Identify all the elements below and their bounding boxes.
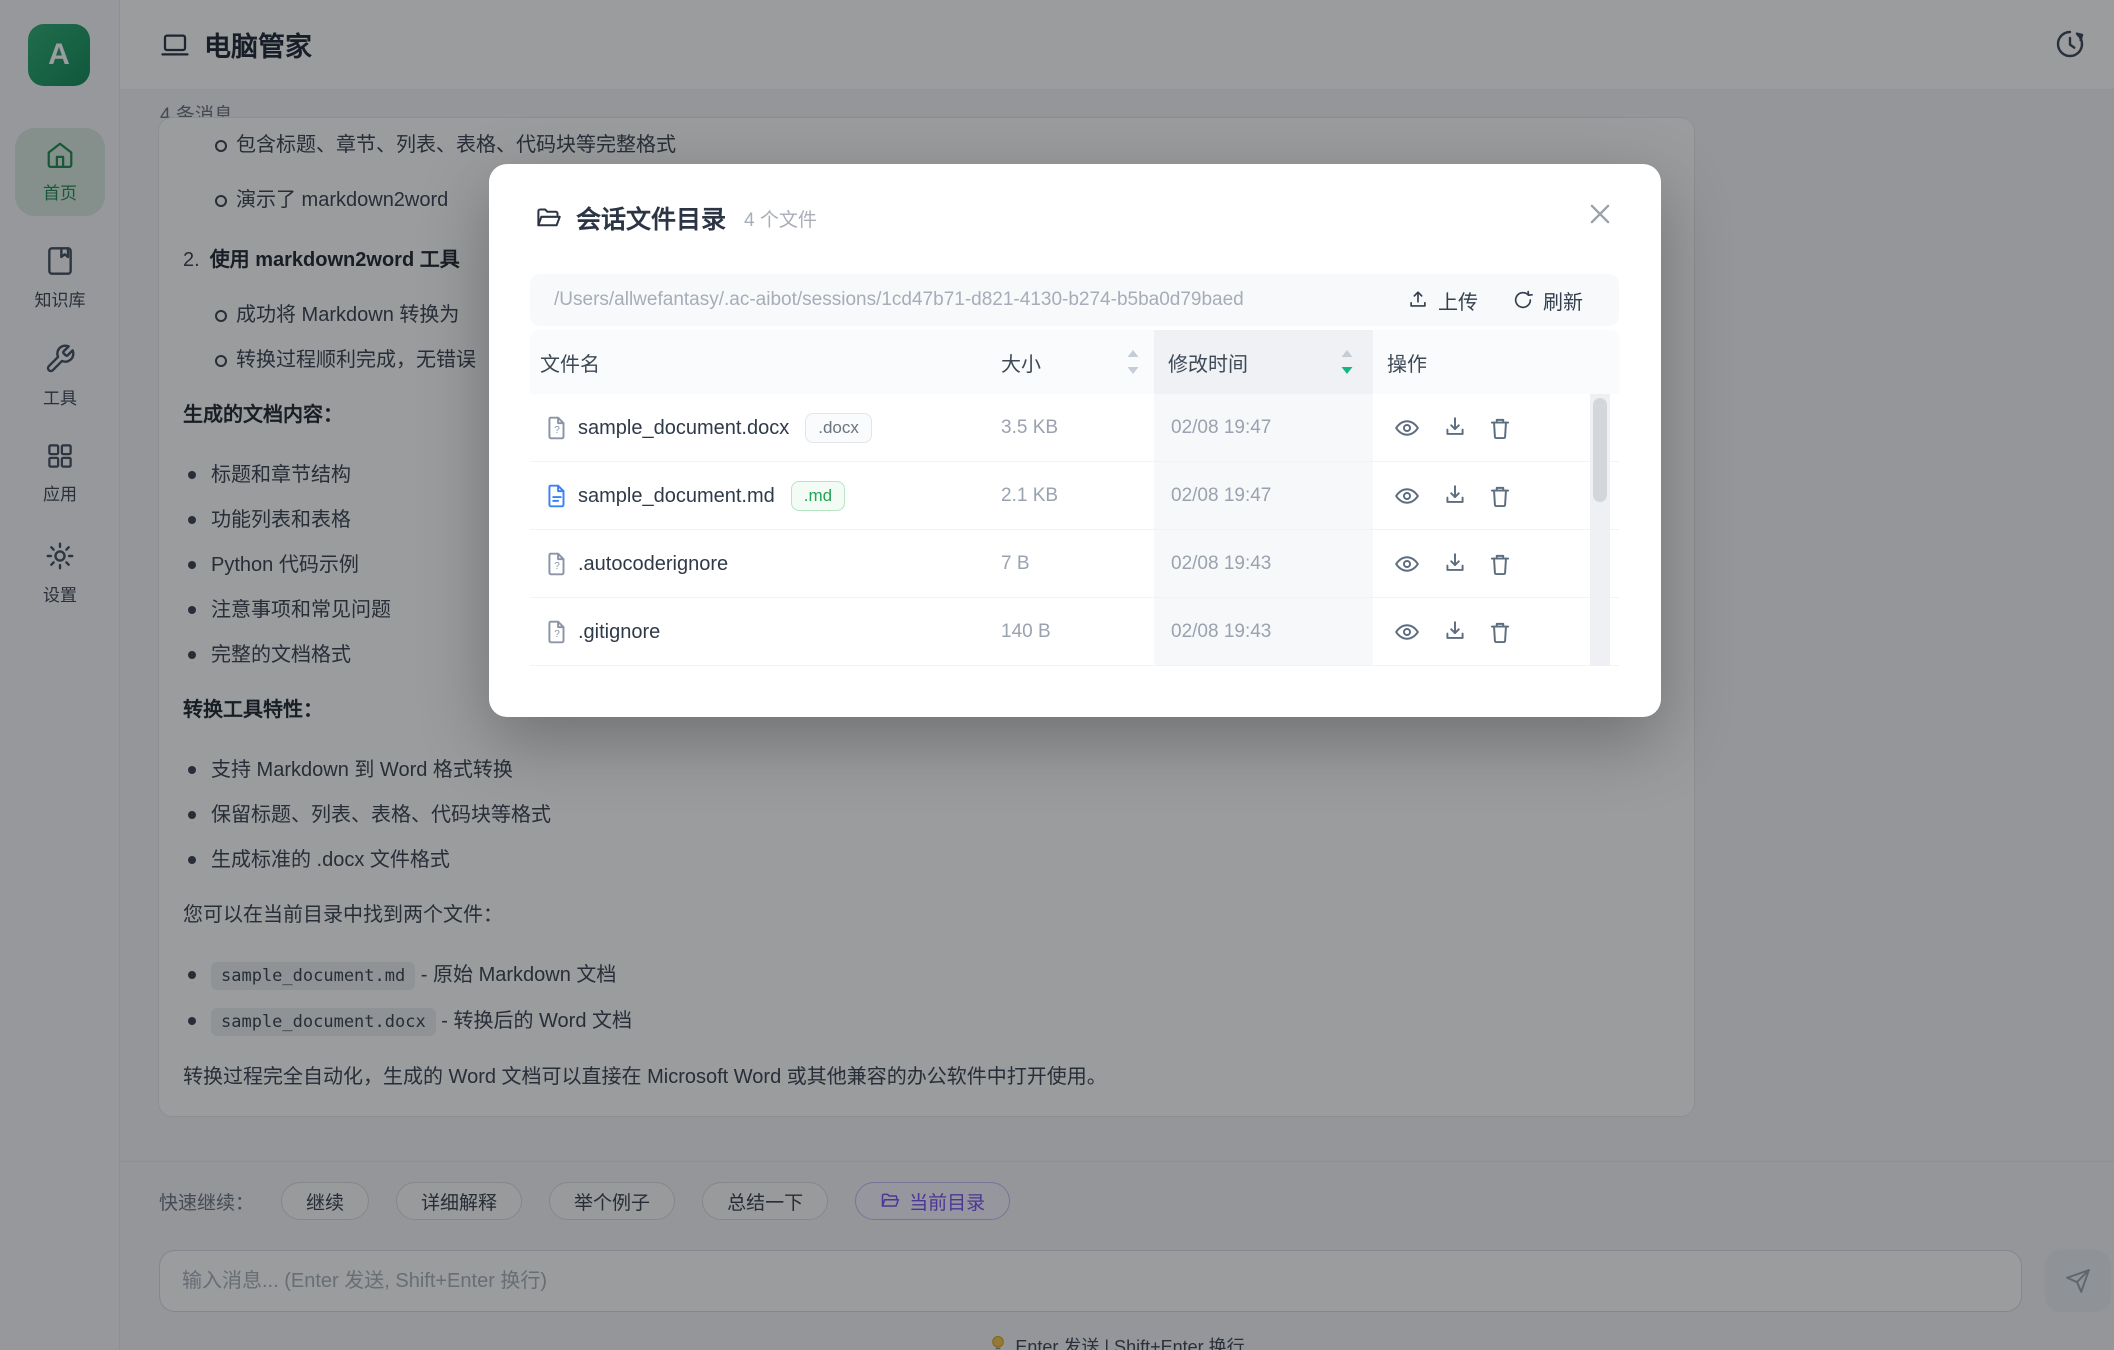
- preview-eye-icon[interactable]: [1394, 415, 1420, 441]
- file-name-cell: .autocoderignore: [578, 530, 728, 598]
- column-header-mtime[interactable]: 修改时间: [1168, 330, 1248, 394]
- table-scrollbar-thumb[interactable]: [1593, 398, 1607, 502]
- table-row[interactable]: ? .autocoderignore 7 B 02/08 19:43: [530, 530, 1619, 598]
- dialog-header: 会话文件目录 4 个文件: [535, 200, 817, 236]
- preview-eye-icon[interactable]: [1394, 483, 1420, 509]
- session-path: /Users/allwefantasy/.ac-aibot/sessions/1…: [554, 289, 1407, 311]
- delete-trash-icon[interactable]: [1487, 619, 1513, 645]
- dialog-title: 会话文件目录: [576, 200, 726, 236]
- download-icon[interactable]: [1442, 415, 1468, 441]
- preview-eye-icon[interactable]: [1394, 551, 1420, 577]
- upload-icon: [1407, 289, 1429, 311]
- table-row[interactable]: ? sample_document.docx .docx 3.5 KB 02/0…: [530, 394, 1619, 462]
- file-mtime: 02/08 19:43: [1171, 598, 1271, 666]
- delete-trash-icon[interactable]: [1487, 483, 1513, 509]
- sort-icon-size[interactable]: [1126, 347, 1140, 377]
- session-files-dialog: 会话文件目录 4 个文件 /Users/allwefantasy/.ac-aib…: [489, 164, 1661, 717]
- file-icon: ?: [544, 598, 570, 666]
- file-type-badge: .md: [791, 481, 845, 511]
- file-name-cell: sample_document.docx .docx: [578, 394, 872, 462]
- column-header-actions: 操作: [1387, 330, 1427, 394]
- delete-trash-icon[interactable]: [1487, 415, 1513, 441]
- refresh-icon: [1512, 289, 1534, 311]
- file-icon: [544, 462, 570, 530]
- upload-button[interactable]: 上传: [1407, 286, 1478, 315]
- column-header-name[interactable]: 文件名: [540, 330, 600, 394]
- file-count: 4 个文件: [744, 205, 817, 232]
- file-mtime: 02/08 19:47: [1171, 394, 1271, 462]
- file-size: 2.1 KB: [1001, 462, 1058, 530]
- file-name-cell: sample_document.md .md: [578, 462, 845, 530]
- download-icon[interactable]: [1442, 619, 1468, 645]
- file-mtime: 02/08 19:47: [1171, 462, 1271, 530]
- file-name-cell: .gitignore: [578, 598, 660, 666]
- file-size: 140 B: [1001, 598, 1051, 666]
- file-size: 7 B: [1001, 530, 1030, 598]
- file-type-badge: .docx: [805, 413, 872, 443]
- file-size: 3.5 KB: [1001, 394, 1058, 462]
- sort-icon-mtime-desc-active[interactable]: [1340, 347, 1354, 377]
- file-icon: ?: [544, 394, 570, 462]
- session-path-bar: /Users/allwefantasy/.ac-aibot/sessions/1…: [530, 274, 1619, 326]
- refresh-button[interactable]: 刷新: [1512, 286, 1583, 315]
- download-icon[interactable]: [1442, 483, 1468, 509]
- table-row[interactable]: sample_document.md .md 2.1 KB 02/08 19:4…: [530, 462, 1619, 530]
- close-icon[interactable]: [1584, 198, 1616, 230]
- table-row[interactable]: ? .gitignore 140 B 02/08 19:43: [530, 598, 1619, 666]
- delete-trash-icon[interactable]: [1487, 551, 1513, 577]
- files-table: 文件名 大小 修改时间 操作 ? sample_document.docx .d…: [530, 330, 1619, 666]
- file-mtime: 02/08 19:43: [1171, 530, 1271, 598]
- preview-eye-icon[interactable]: [1394, 619, 1420, 645]
- folder-open-icon: [535, 205, 562, 232]
- download-icon[interactable]: [1442, 551, 1468, 577]
- table-header: 文件名 大小 修改时间 操作: [530, 330, 1619, 394]
- file-icon: ?: [544, 530, 570, 598]
- column-header-size[interactable]: 大小: [1001, 330, 1041, 394]
